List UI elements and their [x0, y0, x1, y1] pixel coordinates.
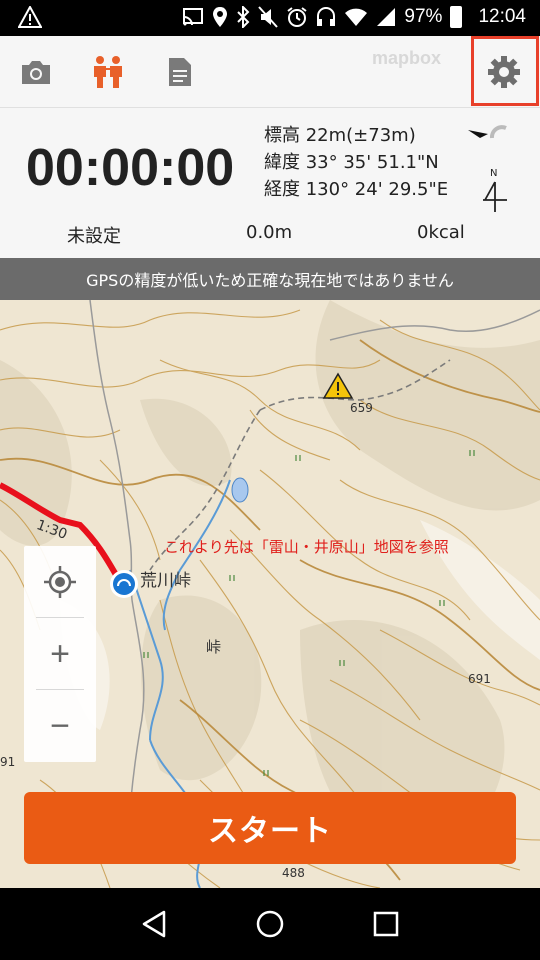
back-icon — [142, 910, 166, 938]
back-button[interactable] — [136, 906, 172, 942]
clock: 12:04 — [478, 6, 526, 27]
elevation-659-label: 659 — [350, 401, 373, 415]
mapbox-logo: mapbox — [372, 48, 442, 68]
position-info: 標高 22m(±73m) 緯度 33° 35' 51.1"N 経度 130° 2… — [264, 122, 448, 203]
camera-icon — [22, 61, 50, 84]
zoom-out-button[interactable]: − — [24, 690, 96, 762]
elevation-91-label: 91 — [0, 755, 16, 769]
bluetooth-icon — [237, 6, 250, 28]
map-view[interactable]: 659 691 488 91 荒川峠 峠 1:30 これより先は「雷山・井原山」… — [0, 300, 540, 888]
home-icon — [256, 910, 284, 938]
gps-warning-banner: GPSの精度が低いため正確な現在地ではありません — [0, 258, 540, 300]
mute-icon — [258, 6, 279, 28]
pass-kanji-label: 峠 — [206, 638, 222, 656]
document-button[interactable] — [160, 52, 200, 92]
hikers-button[interactable] — [88, 52, 128, 92]
map-controls: + − — [24, 546, 96, 762]
distance-value: 0.0m — [246, 222, 293, 243]
battery-percent: 97% — [404, 6, 443, 27]
heading-icon — [468, 125, 507, 139]
start-button[interactable]: スタート — [24, 792, 516, 864]
zoom-in-button[interactable]: + — [24, 618, 96, 690]
elevation-488-label: 488 — [282, 866, 305, 880]
compass: N — [468, 124, 516, 214]
hikers-icon — [94, 56, 122, 88]
locate-icon — [44, 566, 76, 598]
map-sheet-note: これより先は「雷山・井原山」地図を参照 — [164, 538, 449, 556]
warning-icon — [17, 4, 43, 28]
settings-highlight-box — [471, 36, 539, 106]
signal-icon — [377, 8, 396, 26]
elevation-text: 標高 22m(±73m) — [264, 125, 416, 146]
navigation-bar — [0, 888, 540, 960]
latitude-text: 緯度 33° 35' 51.1"N — [264, 152, 439, 173]
camera-button[interactable] — [16, 52, 56, 92]
record-panel: mapbox 00:00:00 標高 22m(±73m) 緯度 33° 35' … — [0, 36, 540, 258]
destination-value: 未設定 — [67, 226, 121, 247]
compass-north-label: N — [490, 168, 498, 179]
pass-name-label: 荒川峠 — [140, 571, 191, 591]
status-bar: 97% 12:04 — [0, 0, 540, 36]
battery-icon — [450, 6, 463, 28]
recents-icon — [373, 911, 399, 937]
compass-needle-icon — [483, 181, 507, 212]
recents-button[interactable] — [368, 906, 404, 942]
elevation-691-label: 691 — [468, 672, 491, 686]
locate-button[interactable] — [24, 546, 96, 618]
alarm-icon — [287, 7, 308, 27]
home-button[interactable] — [252, 906, 288, 942]
location-icon — [213, 7, 228, 27]
document-icon — [169, 58, 191, 86]
elapsed-timer: 00:00:00 — [26, 139, 235, 197]
toolbar: mapbox — [0, 36, 540, 108]
longitude-text: 経度 130° 24' 29.5"E — [264, 179, 449, 200]
calories-value: 0kcal — [417, 222, 465, 243]
wifi-icon — [345, 8, 368, 26]
cast-icon — [183, 8, 204, 26]
stats-row: 未設定 0.0m 0kcal — [0, 218, 540, 254]
headset-icon — [317, 7, 336, 26]
